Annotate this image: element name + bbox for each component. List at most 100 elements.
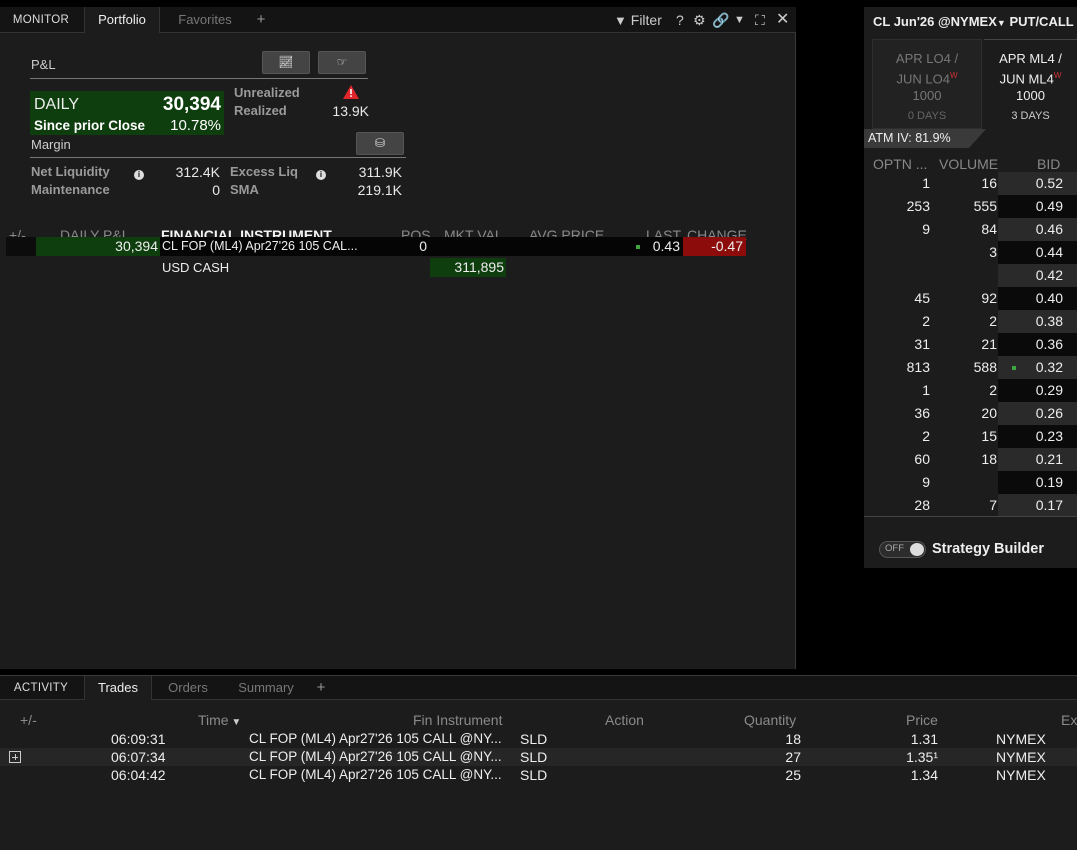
tab-favorites[interactable]: Favorites xyxy=(162,7,248,33)
col-quantity[interactable]: Quantity xyxy=(744,712,796,728)
expand-row-icon[interactable] xyxy=(9,751,21,763)
chain-row[interactable]: 813 588 0.32 xyxy=(864,356,1077,379)
info-icon[interactable]: i xyxy=(134,165,144,180)
trade-row[interactable]: 06:04:42 CL FOP (ML4) Apr27'26 105 CALL … xyxy=(0,766,1077,784)
col-volume[interactable]: VOLUME xyxy=(939,156,998,172)
chain-row[interactable]: 1 2 0.29 xyxy=(864,379,1077,402)
help-button[interactable]: ? xyxy=(676,7,684,33)
chain-row[interactable]: 2 2 0.38 xyxy=(864,310,1077,333)
strategy-builder-toggle[interactable]: OFF xyxy=(879,541,926,558)
col-bid[interactable]: BID xyxy=(1037,156,1060,172)
trade-row[interactable]: 06:09:31 CL FOP (ML4) Apr27'26 105 CALL … xyxy=(0,730,1077,748)
since-prior-close-label: Since prior Close xyxy=(34,118,146,133)
pnl-chart-button[interactable]: 📈︎ xyxy=(262,51,310,74)
daily-value: 30,394 xyxy=(162,94,221,115)
bid-value: 0.26 xyxy=(1035,405,1063,421)
chain-row[interactable]: 3 0.44 xyxy=(864,241,1077,264)
chain-row[interactable]: 36 20 0.26 xyxy=(864,402,1077,425)
optn-value: 813 xyxy=(906,359,930,375)
chain-row[interactable]: 253 555 0.49 xyxy=(864,195,1077,218)
link-icon[interactable]: 🔗 xyxy=(712,7,729,33)
trade-exchange: NYMEX xyxy=(996,731,1046,747)
expiry-line1: APR ML4 / xyxy=(999,51,1062,66)
monitor-section-label[interactable]: MONITOR xyxy=(0,7,82,33)
row-last: 0.43 xyxy=(652,238,680,254)
chain-row[interactable]: 9 84 0.46 xyxy=(864,218,1077,241)
chain-row[interactable]: 45 92 0.40 xyxy=(864,287,1077,310)
trade-row[interactable]: 06:07:34 CL FOP (ML4) Apr27'26 105 CALL … xyxy=(0,748,1077,766)
maintenance-label: Maintenance xyxy=(31,182,110,197)
optn-value: 36 xyxy=(914,405,930,421)
filter-icon: ▼ xyxy=(614,13,627,28)
expiry-multiplier: 1000 xyxy=(912,88,942,104)
col-price[interactable]: Price xyxy=(906,712,938,728)
tick-indicator xyxy=(1012,366,1016,370)
activity-section-label[interactable]: ACTIVITY xyxy=(0,676,82,700)
excess-liq-label: Excess Liq xyxy=(230,164,298,179)
col-optn[interactable]: OPTN ... xyxy=(873,156,927,172)
volume-value: 18 xyxy=(981,451,997,467)
trade-price: 1.34 xyxy=(910,767,938,783)
bid-value: 0.32 xyxy=(1035,359,1063,375)
net-liquidity-value: 312.4K xyxy=(175,164,220,180)
warning-icon[interactable] xyxy=(343,85,359,99)
volume-value: 20 xyxy=(981,405,997,421)
add-tab-button[interactable]: + xyxy=(250,7,272,33)
bid-value: 0.23 xyxy=(1035,428,1063,444)
bid-value: 0.21 xyxy=(1035,451,1063,467)
col-plus-minus[interactable]: +/- xyxy=(20,712,37,728)
expand-icon[interactable]: ⛶ xyxy=(755,7,765,33)
tab-summary[interactable]: Summary xyxy=(224,676,308,700)
chain-row[interactable]: 28 7 0.17 xyxy=(864,494,1077,517)
col-exchange[interactable]: Ex xyxy=(1061,712,1077,728)
expiry-line2: JUN ML4W xyxy=(999,71,1062,87)
col-action[interactable]: Action xyxy=(605,712,644,728)
table-row[interactable]: USD CASH 311,895 xyxy=(6,258,746,277)
expiry-line1: APR LO4 / xyxy=(895,51,959,66)
gear-icon[interactable]: ⚙ xyxy=(693,7,706,33)
row-toggle[interactable] xyxy=(6,237,36,256)
chain-row[interactable]: 1 16 0.52 xyxy=(864,172,1077,195)
trade-quantity: 25 xyxy=(785,767,801,783)
trade-exchange: NYMEX xyxy=(996,749,1046,765)
sort-desc-icon: ▼ xyxy=(228,717,242,728)
row-instrument[interactable]: USD CASH xyxy=(162,258,229,277)
sma-value: 219.1K xyxy=(357,182,402,198)
pnl-settings-button[interactable]: ☞ xyxy=(318,51,366,74)
volume-value: 92 xyxy=(981,290,997,306)
col-time[interactable]: Time ▼ xyxy=(198,712,241,728)
tab-portfolio[interactable]: Portfolio xyxy=(84,7,160,33)
row-change: -0.47 xyxy=(683,237,746,256)
table-row[interactable]: 30,394 CL FOP (ML4) Apr27'26 105 CAL... … xyxy=(6,237,746,256)
optn-value: 9 xyxy=(922,474,930,490)
row-mkt-val: 311,895 xyxy=(430,258,506,277)
row-pos: 0 xyxy=(419,238,427,254)
close-icon[interactable]: ✕ xyxy=(776,7,789,33)
tab-orders[interactable]: Orders xyxy=(154,676,222,700)
chain-row[interactable]: 60 18 0.21 xyxy=(864,448,1077,471)
excess-liq-value: 311.9K xyxy=(358,164,402,180)
col-fin-instrument[interactable]: Fin Instrument xyxy=(413,712,502,728)
add-tab-button[interactable]: + xyxy=(310,676,332,700)
optn-value: 1 xyxy=(922,175,930,191)
chain-row[interactable]: 9 0.19 xyxy=(864,471,1077,494)
filter-button[interactable]: ▼ Filter xyxy=(614,7,662,33)
monitor-tab-bar: MONITOR Portfolio Favorites + ▼ Filter ?… xyxy=(0,7,796,33)
trade-time: 06:07:34 xyxy=(111,749,166,765)
optn-value: 9 xyxy=(922,221,930,237)
chain-title[interactable]: CL Jun'26 @NYMEX▼ PUT/CALL xyxy=(873,14,1074,29)
chain-row[interactable]: 31 21 0.36 xyxy=(864,333,1077,356)
expiry-tab-active[interactable]: APR ML4 / JUN ML4W 1000 3 DAYS xyxy=(984,39,1077,129)
chain-row[interactable]: 0.42 xyxy=(864,264,1077,287)
info-icon[interactable]: i xyxy=(316,165,326,180)
bid-value: 0.52 xyxy=(1035,175,1063,191)
row-daily-pl: 30,394 xyxy=(36,237,160,256)
margin-details-button[interactable]: ⛁ xyxy=(356,132,404,155)
chevron-down-icon[interactable]: ▼ xyxy=(734,7,745,33)
coins-icon: ⛁ xyxy=(374,136,386,150)
tab-trades[interactable]: Trades xyxy=(84,676,152,700)
expiry-tab[interactable]: APR LO4 / JUN LO4W 1000 0 DAYS xyxy=(872,39,982,129)
row-instrument[interactable]: CL FOP (ML4) Apr27'26 105 CAL... xyxy=(162,237,358,256)
option-chain-panel: CL Jun'26 @NYMEX▼ PUT/CALL APR LO4 / JUN… xyxy=(864,7,1077,568)
chain-row[interactable]: 2 15 0.23 xyxy=(864,425,1077,448)
